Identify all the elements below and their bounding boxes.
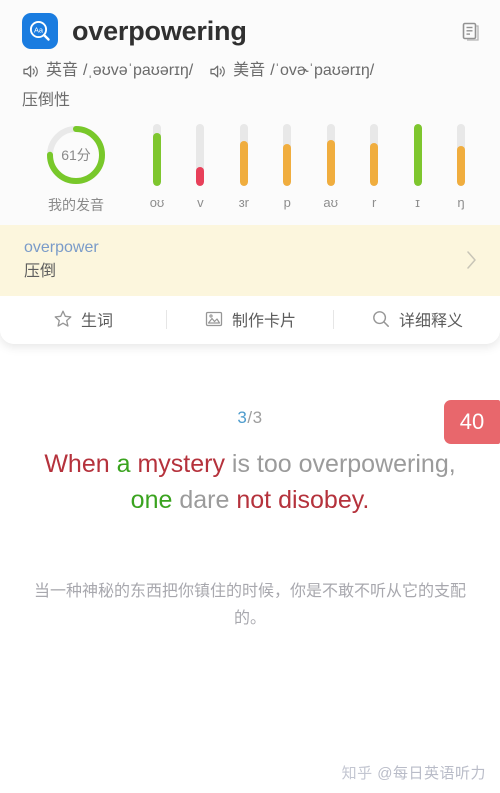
phoneme-bar-track xyxy=(283,124,292,186)
phoneme-bar-fill xyxy=(239,141,248,186)
phoneme-bar-fill xyxy=(153,133,161,186)
phoneme-bar: oʊ xyxy=(142,124,172,210)
sentence-word[interactable]: one xyxy=(131,486,173,514)
us-ipa: /ˈovɚˈpaʊərɪŋ/ xyxy=(270,62,375,79)
phoneme-bar-fill xyxy=(326,140,335,186)
svg-text:Aa: Aa xyxy=(34,26,44,35)
sentence-score-badge: 40 xyxy=(444,400,500,444)
score-value: 61分 xyxy=(61,147,91,163)
phoneme-bar-track xyxy=(153,124,161,186)
phoneme-bar-label: aʊ xyxy=(323,195,338,210)
sentence-word[interactable]: dare xyxy=(179,486,229,514)
dictionary-popup-card: Aa overpowering 英音 /ˌəʊvəˈpaʊərɪŋ/ 美音 /ˈ… xyxy=(0,0,500,345)
speaker-icon-us[interactable] xyxy=(209,64,226,79)
phoneme-bar-track xyxy=(326,124,335,186)
headword: overpowering xyxy=(72,15,247,46)
app-screen: 3/3 40 When a mystery is too overpowerin… xyxy=(0,0,500,793)
score-ring-group: 61分 我的发音 xyxy=(24,124,128,215)
phoneme-bar: ɪ xyxy=(403,124,433,210)
sentence-word[interactable]: is xyxy=(232,450,250,478)
watermark-account: @每日英语听力 xyxy=(377,765,486,782)
counter-total: /3 xyxy=(247,408,263,427)
app-icon: Aa xyxy=(22,13,58,49)
uk-ipa: /ˌəʊvəˈpaʊərɪŋ/ xyxy=(83,62,194,79)
phoneme-bar-label: r xyxy=(371,195,377,210)
score-ring-label: 我的发音 xyxy=(48,197,104,213)
star-icon xyxy=(54,310,72,327)
image-card-icon xyxy=(205,312,223,327)
pronunciation-score-section: 61分 我的发音 oʊ v ɜr p aʊ r ɪ ŋ xyxy=(0,110,500,225)
phoneme-bar-label: oʊ xyxy=(149,195,165,210)
counter-current: 3 xyxy=(237,408,248,427)
dictionary-header: Aa overpowering xyxy=(0,0,500,51)
action-detailed-meaning[interactable]: 详细释义 xyxy=(334,307,500,331)
search-icon xyxy=(373,311,389,328)
sentence-word[interactable]: overpowering, xyxy=(299,450,456,478)
phonetics-line: 英音 /ˌəʊvəˈpaʊərɪŋ/ 美音 /ˈovɚˈpaʊərɪŋ/ xyxy=(22,59,478,83)
action-new-word-label: 生词 xyxy=(80,313,113,331)
phoneme-bar-track xyxy=(456,124,465,186)
chinese-definition: 压倒性 xyxy=(22,92,71,109)
related-entry-english: overpower xyxy=(24,239,99,256)
sentence-word[interactable]: a xyxy=(117,450,131,478)
phoneme-bar: ŋ xyxy=(446,124,476,210)
phoneme-bar: aʊ xyxy=(316,124,346,210)
action-row: 生词 制作卡片 详细释义 xyxy=(0,296,500,345)
phoneme-bar: v xyxy=(185,124,215,210)
phoneme-bar-track xyxy=(370,124,379,186)
us-label: 美音 xyxy=(233,62,266,79)
uk-label: 英音 xyxy=(46,62,79,79)
phoneme-bar: ɜr xyxy=(229,124,259,210)
phoneme-bar-track xyxy=(413,124,422,186)
chevron-right-icon xyxy=(467,251,476,269)
speaker-icon-uk[interactable] xyxy=(22,64,39,79)
phoneme-bar-fill xyxy=(196,167,205,186)
phoneme-bar-label: v xyxy=(197,195,204,210)
sentence-word[interactable]: When xyxy=(44,450,109,478)
phoneme-bar-fill xyxy=(456,145,465,186)
phoneme-bar-label: ɜr xyxy=(238,195,249,210)
phoneme-bar-track xyxy=(239,124,248,186)
phoneme-bar-track xyxy=(196,124,205,186)
related-entry-chinese: 压倒 xyxy=(24,263,57,281)
watermark: 知乎 @每日英语听力 xyxy=(342,762,486,783)
action-make-card-label: 制作卡片 xyxy=(231,313,296,331)
sentence-word[interactable]: mystery xyxy=(137,450,225,478)
phoneme-bar-fill xyxy=(413,124,422,186)
related-entry[interactable]: overpower 压倒 xyxy=(0,225,500,297)
score-ring: 61分 xyxy=(45,124,107,186)
phoneme-bar-label: ŋ xyxy=(457,195,465,210)
phoneme-bar-fill xyxy=(370,142,379,186)
phonetics-section: 英音 /ˌəʊvəˈpaʊərɪŋ/ 美音 /ˈovɚˈpaʊərɪŋ/ 压倒性 xyxy=(0,51,500,110)
phoneme-bar-fill xyxy=(283,143,292,186)
dictionary-search-icon: Aa xyxy=(29,20,50,41)
sentence-word[interactable]: not xyxy=(236,486,271,514)
document-notes-icon[interactable] xyxy=(456,18,482,44)
phoneme-bar: p xyxy=(272,124,302,210)
sentence-word[interactable]: disobey. xyxy=(278,486,369,514)
sentence-word[interactable]: too xyxy=(257,450,292,478)
phoneme-bar-label: ɪ xyxy=(415,195,420,210)
action-new-word[interactable]: 生词 xyxy=(0,307,166,331)
action-make-card[interactable]: 制作卡片 xyxy=(167,307,333,331)
sentence-translation: 当一种神秘的东西把你镇住的时候，你是不敢不听从它的支配的。 xyxy=(33,583,466,628)
phoneme-bars: oʊ v ɜr p aʊ r ɪ ŋ xyxy=(128,124,480,210)
practice-sentence: When a mystery is too overpowering, one … xyxy=(40,447,460,518)
action-detailed-meaning-label: 详细释义 xyxy=(398,313,463,331)
sentence-counter: 3/3 xyxy=(0,408,500,428)
phoneme-bar-label: p xyxy=(283,195,291,210)
watermark-platform: 知乎 xyxy=(341,765,373,782)
related-entry-texts: overpower 压倒 xyxy=(24,236,465,284)
phoneme-bar: r xyxy=(359,124,389,210)
